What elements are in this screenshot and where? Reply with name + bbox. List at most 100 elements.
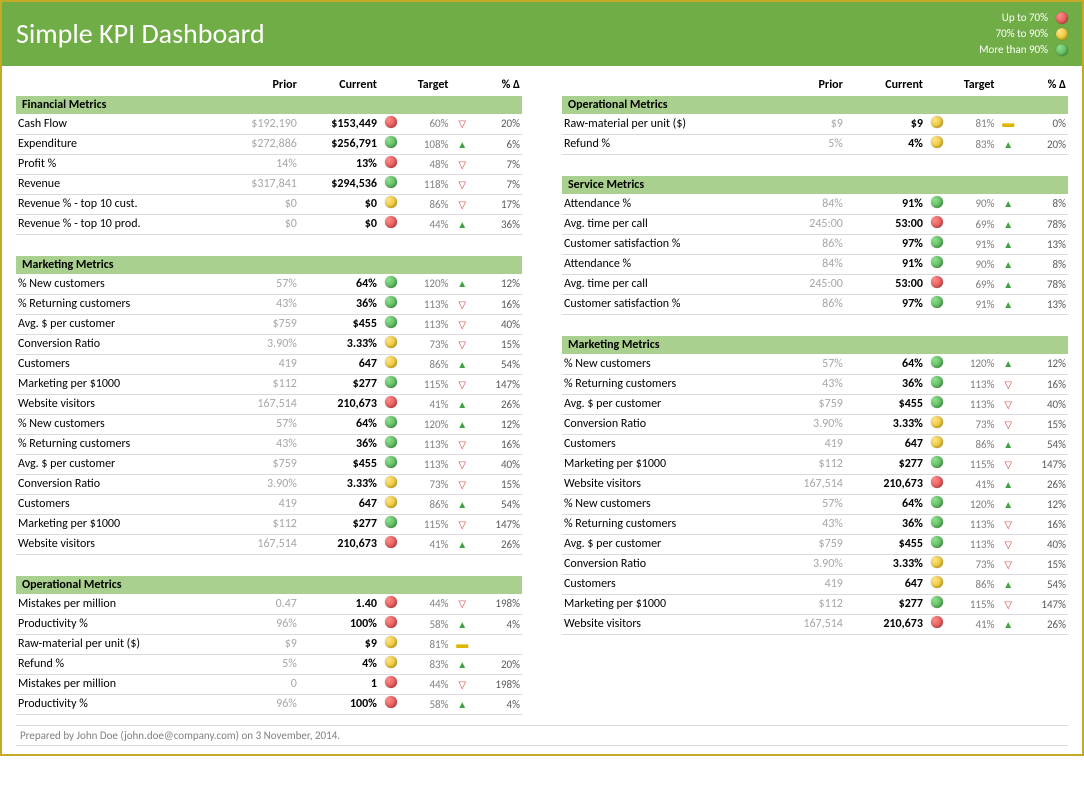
metric-status <box>379 494 402 514</box>
metric-prior: 14% <box>219 154 299 174</box>
metric-target: 81% <box>948 114 996 134</box>
metric-delta: 4% <box>474 694 522 714</box>
metric-direction: ▲ <box>450 134 473 154</box>
metric-current: 64% <box>299 274 379 294</box>
arrow-up-icon: ▲ <box>1003 357 1013 370</box>
arrow-down-icon: ▽ <box>1004 398 1012 411</box>
metric-direction: ▽ <box>996 514 1019 534</box>
metric-status <box>379 334 402 354</box>
status-dot-yellow-icon <box>931 416 943 428</box>
table-row: % New customers57%64%120%▲12% <box>562 494 1068 514</box>
metric-delta <box>474 634 522 654</box>
kpi-table-right: Prior Current Target % Δ Operational Met… <box>562 74 1068 635</box>
status-dot-yellow-icon <box>385 636 397 648</box>
metric-prior: 86% <box>765 234 845 254</box>
arrow-up-icon: ▲ <box>1003 138 1013 151</box>
metric-name: Conversion Ratio <box>562 414 765 434</box>
col-header: Prior <box>765 74 845 96</box>
col-header: Current <box>845 74 925 96</box>
status-dot-yellow-icon <box>385 196 397 208</box>
metric-delta: 26% <box>1020 474 1068 494</box>
metric-target: 60% <box>402 114 450 134</box>
status-dot-green-icon <box>385 276 397 288</box>
table-row: Website visitors167,514210,67341%▲26% <box>16 534 522 554</box>
table-row: Revenue$317,841$294,536118%▽7% <box>16 174 522 194</box>
metric-current: 210,673 <box>299 394 379 414</box>
status-dot-green-icon <box>931 236 943 248</box>
status-dot-green-icon <box>931 456 943 468</box>
legend-row: More than 90% <box>979 42 1068 58</box>
metric-prior: 419 <box>219 494 299 514</box>
metric-target: 69% <box>948 274 996 294</box>
section-title: Marketing Metrics <box>562 336 1068 354</box>
metric-status <box>925 214 948 234</box>
metric-target: 90% <box>948 254 996 274</box>
metric-name: Refund % <box>16 654 219 674</box>
status-dot-yellow-icon <box>931 116 943 128</box>
metric-status <box>379 134 402 154</box>
metric-status <box>925 494 948 514</box>
metric-target: 113% <box>402 454 450 474</box>
metric-status <box>925 234 948 254</box>
table-row: Website visitors167,514210,67341%▲26% <box>562 474 1068 494</box>
metric-name: Mistakes per million <box>16 674 219 694</box>
metric-name: % Returning customers <box>562 514 765 534</box>
arrow-down-icon: ▽ <box>458 438 466 451</box>
metric-prior: $9 <box>765 114 845 134</box>
metric-direction: ▲ <box>450 214 473 234</box>
metric-current: 647 <box>299 354 379 374</box>
arrow-down-icon: ▽ <box>458 518 466 531</box>
status-dot-red-icon <box>385 676 397 688</box>
page-title: Simple KPI Dashboard <box>16 16 265 51</box>
metric-direction: ▲ <box>996 574 1019 594</box>
status-dot-yellow-icon <box>385 656 397 668</box>
right-column: Prior Current Target % Δ Operational Met… <box>562 74 1068 715</box>
table-row: Mistakes per million0.471.4044%▽198% <box>16 594 522 614</box>
arrow-up-icon: ▲ <box>457 698 467 711</box>
metric-status <box>379 614 402 634</box>
col-header: Target <box>925 74 997 96</box>
metric-status <box>925 394 948 414</box>
metric-delta: 6% <box>474 134 522 154</box>
status-dot-yellow-icon <box>931 136 943 148</box>
metric-direction: ▽ <box>450 114 473 134</box>
metric-prior: 5% <box>219 654 299 674</box>
table-row: Mistakes per million0144%▽198% <box>16 674 522 694</box>
arrow-up-icon: ▲ <box>457 398 467 411</box>
metric-target: 83% <box>948 134 996 154</box>
legend-row: 70% to 90% <box>979 26 1068 42</box>
status-dot-yellow-icon <box>931 576 943 588</box>
table-row: % Returning customers43%36%113%▽16% <box>562 514 1068 534</box>
arrow-flat-icon: ▬ <box>1002 117 1014 131</box>
metric-direction: ▽ <box>450 674 473 694</box>
table-row: % Returning customers43%36%113%▽16% <box>562 374 1068 394</box>
metric-delta: 54% <box>1020 574 1068 594</box>
metric-target: 91% <box>948 234 996 254</box>
arrow-down-icon: ▽ <box>1004 458 1012 471</box>
metric-target: 73% <box>948 554 996 574</box>
arrow-up-icon: ▲ <box>1003 278 1013 291</box>
table-row: Attendance %84%91%90%▲8% <box>562 194 1068 214</box>
metric-name: Customers <box>562 574 765 594</box>
status-dot-yellow-icon <box>385 336 397 348</box>
metric-status <box>925 554 948 574</box>
metric-direction: ▽ <box>996 394 1019 414</box>
metric-prior: $192,190 <box>219 114 299 134</box>
metric-direction: ▽ <box>996 374 1019 394</box>
metric-status <box>379 674 402 694</box>
metric-delta: 4% <box>474 614 522 634</box>
status-dot-green-icon <box>1056 44 1068 56</box>
metric-direction: ▲ <box>996 214 1019 234</box>
status-dot-green-icon <box>931 396 943 408</box>
metric-status <box>379 594 402 614</box>
metric-current: 13% <box>299 154 379 174</box>
metric-name: Revenue <box>16 174 219 194</box>
metric-status <box>379 514 402 534</box>
metric-current: 1 <box>299 674 379 694</box>
metric-status <box>379 474 402 494</box>
metric-direction: ▲ <box>450 274 473 294</box>
metric-target: 83% <box>402 654 450 674</box>
metric-status <box>379 534 402 554</box>
metric-direction: ▲ <box>996 134 1019 154</box>
metric-direction: ▲ <box>450 494 473 514</box>
